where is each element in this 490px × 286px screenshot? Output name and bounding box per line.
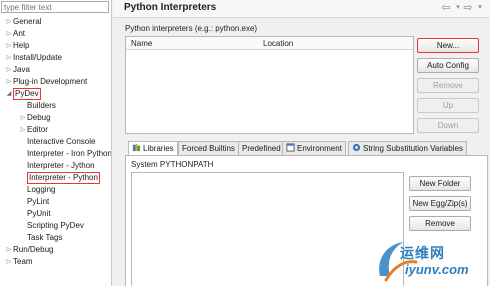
expand-arrow-icon[interactable]: ▷ bbox=[5, 52, 13, 64]
tree-item-debug[interactable]: ▷ Debug bbox=[19, 112, 51, 124]
tab-label: Environment bbox=[297, 144, 342, 153]
remove-interpreter-button[interactable]: Remove bbox=[417, 78, 479, 93]
tree-item-editor[interactable]: ▷ Editor bbox=[19, 124, 48, 136]
tree-item-java[interactable]: ▷ Java bbox=[5, 64, 30, 76]
tree-item-interpreter-iron-python[interactable]: Interpreter - Iron Python bbox=[19, 148, 112, 160]
tree-item-interpreter-python[interactable]: Interpreter - Python bbox=[19, 172, 100, 184]
tree-item-label: Interpreter - Python bbox=[27, 172, 100, 184]
tree-item-label: Interpreter - Jython bbox=[27, 161, 95, 170]
tab-string-substitution-variables[interactable]: String Substitution Variables bbox=[348, 141, 467, 156]
watermark-en-text: iyunv.com bbox=[405, 262, 469, 277]
expand-arrow-icon[interactable]: ▷ bbox=[5, 76, 13, 88]
expand-arrow-icon[interactable]: ▷ bbox=[5, 244, 13, 256]
tree-item-pydev[interactable]: ◢ PyDev bbox=[5, 88, 41, 100]
remove-path-button[interactable]: Remove bbox=[409, 216, 471, 231]
tree-item-label: Java bbox=[13, 65, 30, 74]
expand-arrow-icon[interactable]: ▷ bbox=[5, 16, 13, 28]
up-button[interactable]: Up bbox=[417, 98, 479, 113]
variables-icon bbox=[352, 144, 361, 152]
tree-item-team[interactable]: ▷ Team bbox=[5, 256, 33, 268]
interpreters-label: Python interpreters (e.g.: python.exe) bbox=[125, 24, 258, 33]
tree-item-label: Install/Update bbox=[13, 53, 62, 62]
tree-item-label: Ant bbox=[13, 29, 26, 38]
new-interpreter-button[interactable]: New... bbox=[417, 38, 479, 53]
tree-item-label: Logging bbox=[27, 185, 56, 194]
tree-item-label: Debug bbox=[27, 113, 51, 122]
tree-item-plugin-development[interactable]: ▷ Plug-in Development bbox=[5, 76, 88, 88]
tree-item-label: PyLint bbox=[27, 197, 50, 206]
watermark-cn-text: 运维网 bbox=[400, 245, 445, 261]
tree-item-builders[interactable]: Builders bbox=[19, 100, 56, 112]
down-button[interactable]: Down bbox=[417, 118, 479, 133]
new-folder-button[interactable]: New Folder bbox=[409, 176, 471, 191]
tree-item-label: General bbox=[13, 17, 42, 26]
auto-config-button[interactable]: Auto Config bbox=[417, 58, 479, 73]
tab-predefined[interactable]: Predefined bbox=[238, 141, 285, 156]
expand-arrow-icon[interactable]: ▷ bbox=[5, 256, 13, 268]
tree-item-label: PyUnit bbox=[27, 209, 51, 218]
tree-item-run-debug[interactable]: ▷ Run/Debug bbox=[5, 244, 54, 256]
environment-icon bbox=[286, 143, 295, 152]
new-egg-zip-button[interactable]: New Egg/Zip(s) bbox=[409, 196, 471, 211]
expand-arrow-icon[interactable]: ▷ bbox=[5, 40, 13, 52]
tree-item-scripting-pydev[interactable]: Scripting PyDev bbox=[19, 220, 84, 232]
tab-label: Libraries bbox=[143, 144, 174, 153]
collapse-arrow-icon[interactable]: ◢ bbox=[5, 88, 13, 100]
tree-item-label: Scripting PyDev bbox=[27, 221, 84, 230]
system-pythonpath-label: System PYTHONPATH bbox=[131, 160, 214, 169]
interpreters-table-header: Name Location bbox=[126, 37, 413, 50]
tab-label: Predefined bbox=[242, 144, 281, 153]
tab-label: Forced Builtins bbox=[182, 144, 235, 153]
pythonpath-list[interactable] bbox=[131, 172, 404, 286]
expand-arrow-icon[interactable]: ▷ bbox=[5, 64, 13, 76]
tab-label: String Substitution Variables bbox=[363, 144, 463, 153]
tree-item-label: PyDev bbox=[13, 88, 41, 100]
tree-item-logging[interactable]: Logging bbox=[19, 184, 55, 196]
page-header: Python Interpreters ⇦ ▾ ⇨ ▾ bbox=[113, 0, 490, 18]
interpreters-table[interactable]: Name Location bbox=[125, 36, 414, 134]
tab-environment[interactable]: Environment bbox=[282, 141, 346, 156]
expand-arrow-icon[interactable]: ▷ bbox=[19, 112, 27, 124]
tree-item-install-update[interactable]: ▷ Install/Update bbox=[5, 52, 62, 64]
tree-item-label: Task Tags bbox=[27, 233, 63, 242]
tree-item-label: Plug-in Development bbox=[13, 77, 88, 86]
tree-item-pylint[interactable]: PyLint bbox=[19, 196, 49, 208]
column-header-location[interactable]: Location bbox=[263, 39, 293, 48]
expand-arrow-icon[interactable]: ▷ bbox=[19, 124, 27, 136]
column-header-name[interactable]: Name bbox=[131, 39, 152, 48]
page-title: Python Interpreters bbox=[124, 2, 217, 13]
tree-item-label: Run/Debug bbox=[13, 245, 54, 254]
tree-item-label: Team bbox=[13, 257, 33, 266]
tree-item-label: Editor bbox=[27, 125, 48, 134]
filter-input[interactable] bbox=[1, 1, 109, 13]
tree-item-interactive-console[interactable]: Interactive Console bbox=[19, 136, 95, 148]
tree-item-interpreter-jython[interactable]: Interpreter - Jython bbox=[19, 160, 95, 172]
forward-menu-chevron-icon[interactable]: ▾ bbox=[473, 1, 487, 15]
tree-item-ant[interactable]: ▷ Ant bbox=[5, 28, 25, 40]
tree-item-general[interactable]: ▷ General bbox=[5, 16, 42, 28]
tree-item-label: Help bbox=[13, 41, 30, 50]
tree-item-pyunit[interactable]: PyUnit bbox=[19, 208, 51, 220]
libraries-icon bbox=[132, 144, 141, 152]
tree-item-task-tags[interactable]: Task Tags bbox=[19, 232, 62, 244]
tab-forced-builtins[interactable]: Forced Builtins bbox=[178, 141, 239, 156]
tree-item-label: Interpreter - Iron Python bbox=[27, 149, 112, 158]
tree-item-help[interactable]: ▷ Help bbox=[5, 40, 30, 52]
expand-arrow-icon[interactable]: ▷ bbox=[5, 28, 13, 40]
tree-item-label: Interactive Console bbox=[27, 137, 96, 146]
preferences-tree-panel: ▷General ▷Ant ▷Help ▷Install/Update ▷Jav… bbox=[0, 0, 112, 286]
tree-item-label: Builders bbox=[27, 101, 56, 110]
